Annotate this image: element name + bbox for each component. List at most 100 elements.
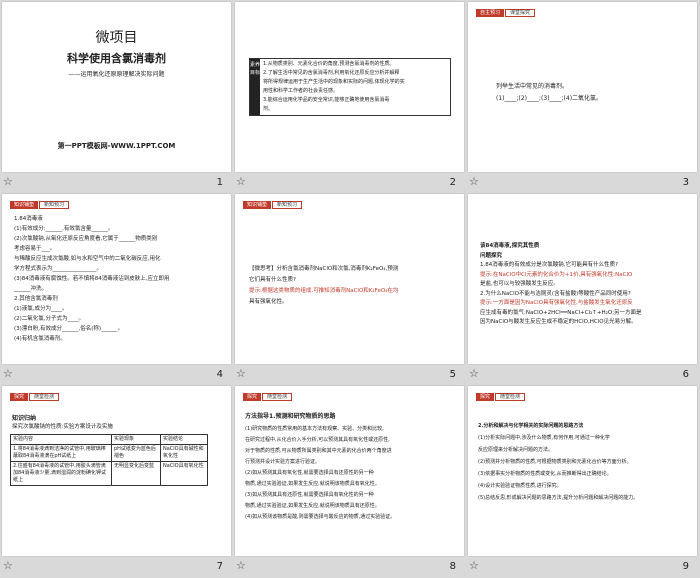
slide-line: (1)有效成分:______,有效氯含量______。 (14, 226, 114, 232)
slide-preview[interactable]: 知识铺垫 新知预习 【微思考】分析含氯消毒剂NaClO和次氯,消毒剂K₂FeO₄,… (235, 194, 464, 364)
slide-preview[interactable]: 知识铺垫 新知预习 1.84消毒液 (1)有效成分:______,有效氯含量___… (2, 194, 231, 364)
table-header: 实验结论 (160, 434, 208, 445)
slide-heading: 知识归纳 (12, 415, 37, 422)
hint-line: 提示:在NaClO中Cl元素的化合价为+1价,具有强氧化性;NaClO (480, 271, 633, 278)
slide-line: (3)依据事实分析物质的性质或变化,从而推断得出正确结论。 (478, 471, 612, 477)
section-tag: 随堂检测 (29, 393, 60, 401)
star-icon[interactable]: ☆ (3, 368, 14, 379)
slide-body: 【微思考】分析含氯消毒剂NaClO和次氯,消毒剂K₂FeO₄,预测 它们具有什么… (249, 264, 398, 308)
slide-line: (1)研究物质的性质常用的基本方法有观察、实验、分类和比较, (245, 426, 384, 432)
slide-line: (3)如从预测其具有还原性,就需要选择具有氧化性的另一种 (245, 492, 374, 498)
slide-number: 3 (682, 177, 689, 188)
slide-line: 在研究过程中,从化合价入手分析,可以预测其具有氧化性或还原性, (245, 437, 390, 443)
slide-bar: ☆ 4 (0, 365, 233, 384)
section-tags: 知识铺垫 新知预习 (10, 200, 70, 209)
slide-line: (3)84消毒液有腐蚀性。若不慎将84消毒液沾到皮肤上,应立即用 (14, 276, 170, 282)
slide-number: 6 (682, 369, 689, 380)
slide-body: 2.分析和解决与化学相关的实际问题的思路方法 (1)分析实际问题中,涉及什么物质… (478, 420, 638, 504)
slide-body: 1.84消毒液 (1)有效成分:______,有效氯含量______。 (2)次… (14, 214, 170, 344)
slide-line: 它们具有什么性质? (249, 277, 296, 283)
slide-thumb-8[interactable]: 探究 随堂检测 方法指导1.预测和研究物质的思路 (1)研究物质的性质常用的基本方… (233, 384, 466, 576)
slide-line: (4)有机含氯消毒剂。 (14, 336, 66, 342)
table-row: 1.将84消毒液滴到洁净的试管中,用玻璃棒蘸取84消毒液滴在pH试纸上 pH试纸… (10, 444, 208, 462)
slide-text: (1)____;(2)____;(3)____;(4)二氧化氯。 (496, 95, 603, 102)
slide-preview[interactable]: 自主预习 课堂探究 列举生活中常见的消毒剂。 (1)____;(2)____;(3… (468, 2, 697, 172)
slide-line: 具有强氧化性。 (249, 299, 288, 305)
slide-bar: ☆ 6 (466, 365, 699, 384)
slide-thumb-1[interactable]: 微项目 科学使用含氯消毒剂 ——运用氧化还原原理解决实际问题 第一PPT模板网-… (0, 0, 233, 192)
slide-line: 2.其他含氯消毒剂 (14, 296, 58, 302)
section-tags: 探究 随堂检测 (476, 392, 526, 401)
slide-subheading: 探究次氯酸钠的性质:实验方案设计及实施 (12, 424, 113, 430)
slide-preview[interactable]: 探究 随堂检测 知识归纳 探究次氯酸钠的性质:实验方案设计及实施 实验内容 实验现… (2, 386, 231, 556)
hint-line: 提示:根据这类物质的组成,可推知消毒剂NaClO和K₂FeO₄在均 (249, 288, 399, 294)
slide-line: 物质,通过实验验证,如果发生反应,就说明该物质具有氧化性。 (245, 481, 380, 487)
slide-number: 1 (216, 177, 223, 188)
slide-bar: ☆ 7 (0, 557, 233, 576)
section-tag: 知识铺垫 (243, 201, 272, 209)
section-tag: 新知预习 (39, 201, 70, 209)
slide-line: 1.84消毒液 (14, 216, 43, 222)
slide-thumb-6[interactable]: 该84消毒液,探究其性质 问题探究 1.84消毒液的有效成分是次氯酸钠,它可能具… (466, 192, 699, 384)
slide-line: (2)预测并分析物质的性质,可根据物质类别和元素化合价等方面分析。 (478, 459, 632, 465)
slide-subheading: 问题探究 (480, 252, 503, 259)
slide-subtitle: 科学使用含氯消毒剂 (67, 52, 166, 65)
table-cell: NaClO具有氧化性 (160, 461, 208, 486)
slide-line: (2)如从预测其具有氧化性,就需要选择具有还原性的另一种 (245, 470, 374, 476)
star-icon[interactable]: ☆ (469, 560, 480, 571)
slide-line: (4)如从预测该物质是酸,则需要选择与酸反应的物质,通过实验验证。 (245, 514, 396, 520)
table-cell: pH试纸变为蓝色后褪色 (111, 444, 161, 462)
section-tag: 探究 (10, 393, 29, 401)
slide-preview[interactable]: 该84消毒液,探究其性质 问题探究 1.84消毒液的有效成分是次氯酸钠,它可能具… (468, 194, 697, 364)
slide-preview[interactable]: 素养目标 1.从物质类别、元素化合价的角度,预测含氯消毒剂的性质。 2.了解生活… (235, 2, 464, 172)
objectives-text: 1.从物质类别、元素化合价的角度,预测含氯消毒剂的性质。 2.了解生活中常见的含… (263, 60, 405, 114)
star-icon[interactable]: ☆ (236, 560, 247, 571)
slide-line: 物质,通过实验验证,如果发生反应,就说明该物质具有还原性。 (245, 503, 380, 509)
slide-line: 行预测并设计实验方案进行验证。 (245, 459, 321, 465)
objective-line: 1.从物质类别、元素化合价的角度,预测含氯消毒剂的性质。 (263, 61, 395, 67)
slide-line: (1)分析实际问题中,涉及什么物质,有何作用,可通过一种化学 (478, 435, 610, 441)
slide-heading: 方法指导1.预测和研究物质的思路 (245, 413, 336, 420)
slide-line: (5)总结反思,形成解决问题的思路方法,提升分析问题和解决问题的能力。 (478, 495, 639, 501)
star-icon[interactable]: ☆ (3, 176, 14, 187)
slide-line: (2)二氧化氯,分子式为____。 (14, 316, 85, 322)
objective-line: 2.了解生活中常见的含氯消毒剂,利用氧化还原反应分析并解释 (263, 70, 400, 76)
slide-thumb-9[interactable]: 探究 随堂检测 2.分析和解决与化学相关的实际问题的思路方法 (1)分析实际问题中… (466, 384, 699, 576)
slide-preview[interactable]: 探究 随堂检测 2.分析和解决与化学相关的实际问题的思路方法 (1)分析实际问题中… (468, 386, 697, 556)
section-tag: 新知预习 (272, 201, 303, 209)
table-header: 实验内容 (10, 434, 112, 445)
slide-line: (3)漂白粉,有效成分______,俗名(称)______。 (14, 326, 124, 332)
section-tag: 课堂探究 (505, 9, 536, 17)
objective-line: 3.能综合运用化学品的安全常识,能够正确地使用含氯消毒 (263, 97, 390, 103)
slide-bar: ☆ 3 (466, 173, 699, 192)
experiment-table: 实验内容 实验现象 实验结论 1.将84消毒液滴到洁净的试管中,用玻璃棒蘸取84… (10, 434, 208, 486)
slide-thumb-3[interactable]: 自主预习 课堂探究 列举生活中常见的消毒剂。 (1)____;(2)____;(3… (466, 0, 699, 192)
slide-tagline: ——运用氧化还原原理解决实际问题 (68, 71, 165, 78)
slide-line: 【微思考】分析含氯消毒剂NaClO和次氯,消毒剂K₂FeO₄,预测 (249, 266, 399, 272)
slide-heading: 2.分析和解决与化学相关的实际问题的思路方法 (478, 423, 584, 429)
star-icon[interactable]: ☆ (469, 176, 480, 187)
section-tags: 探究 随堂检测 (10, 392, 60, 401)
slide-number: 8 (449, 561, 456, 572)
slide-thumb-5[interactable]: 知识铺垫 新知预习 【微思考】分析含氯消毒剂NaClO和次氯,消毒剂K₂FeO₄,… (233, 192, 466, 384)
section-tag: 随堂检测 (262, 393, 293, 401)
star-icon[interactable]: ☆ (3, 560, 14, 571)
slide-thumb-4[interactable]: 知识铺垫 新知预习 1.84消毒液 (1)有效成分:______,有效氯含量___… (0, 192, 233, 384)
section-tag: 探究 (476, 393, 495, 401)
slide-thumb-2[interactable]: 素养目标 1.从物质类别、元素化合价的角度,预测含氯消毒剂的性质。 2.了解生活… (233, 0, 466, 192)
star-icon[interactable]: ☆ (236, 176, 247, 187)
slide-line: (2)次氯酸钠,从氧化还原反应角度看,它属于______物质类别 (14, 236, 158, 242)
side-label: 素养目标 (250, 59, 260, 115)
slide-line: 应生成有毒的氯气:NaClO+2HCl══NaCl+Cl₂↑+H₂O;另一方面是 (480, 309, 642, 316)
star-icon[interactable]: ☆ (236, 368, 247, 379)
star-icon[interactable]: ☆ (469, 368, 480, 379)
slide-line: 考虑容易于___。 (14, 246, 56, 252)
slide-preview[interactable]: 探究 随堂检测 方法指导1.预测和研究物质的思路 (1)研究物质的性质常用的基本方… (235, 386, 464, 556)
table-cell: 1.将84消毒液滴到洁净的试管中,用玻璃棒蘸取84消毒液滴在pH试纸上 (10, 444, 112, 462)
slide-preview[interactable]: 微项目 科学使用含氯消毒剂 ——运用氧化还原原理解决实际问题 第一PPT模板网-… (2, 2, 231, 172)
slide-line: 与稀酸反应生成次氯酸,如与水和空气中的二氧化碳反应,用化 (14, 256, 161, 262)
slide-body: 该84消毒液,探究其性质 问题探究 1.84消毒液的有效成分是次氯酸钠,它可能具… (480, 242, 642, 328)
slide-thumb-7[interactable]: 探究 随堂检测 知识归纳 探究次氯酸钠的性质:实验方案设计及实施 实验内容 实验现… (0, 384, 233, 576)
table-header: 实验现象 (111, 434, 161, 445)
slide-line: ______冲洗。 (14, 286, 48, 292)
